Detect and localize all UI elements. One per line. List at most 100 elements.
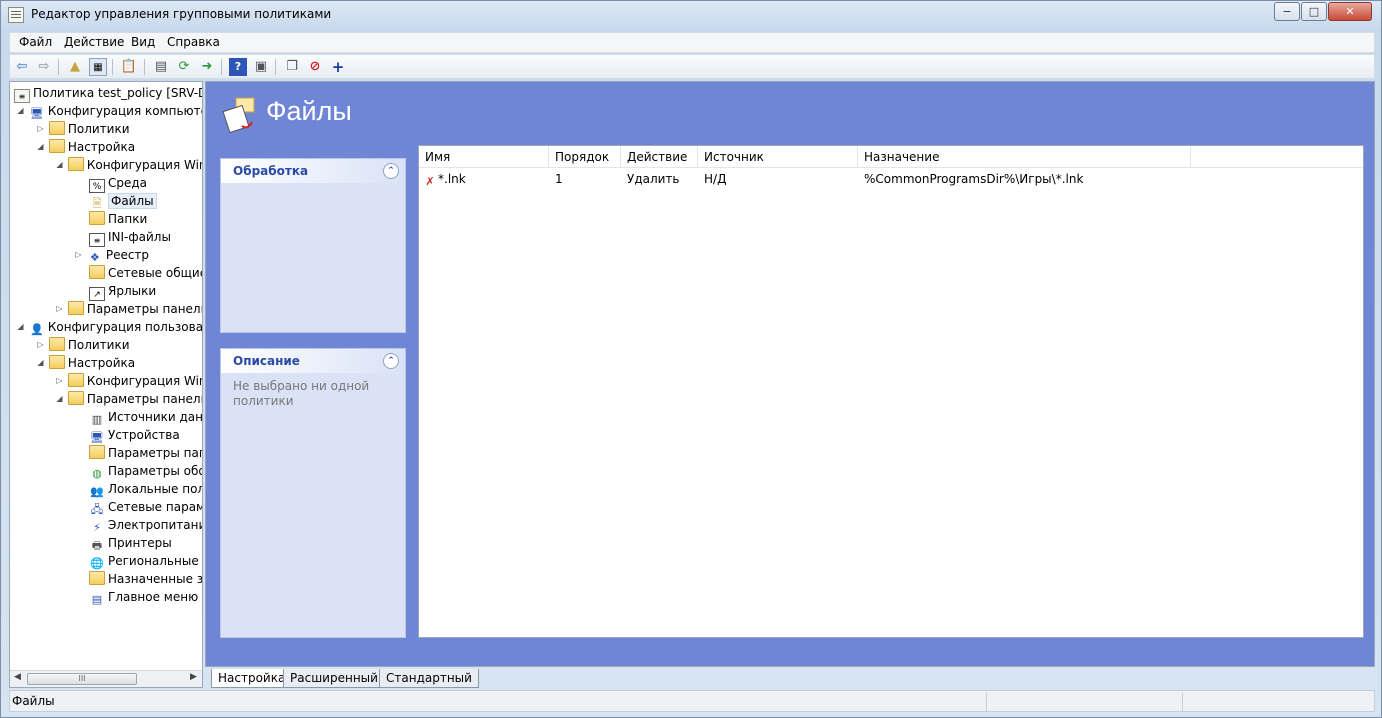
list-header: Имя Порядок Действие Источник Назначение bbox=[419, 146, 1363, 168]
title-bar[interactable]: Редактор управления групповыми политикам… bbox=[1, 1, 1381, 29]
window-title: Редактор управления групповыми политикам… bbox=[31, 7, 332, 21]
expanded-arrow-icon[interactable]: ◢ bbox=[36, 354, 45, 372]
status-bar: Файлы bbox=[9, 690, 1375, 712]
tree-item-shortcuts[interactable]: ↗ Ярлыки bbox=[89, 282, 156, 301]
tree-item-user-preferences[interactable]: ◢ Настройка bbox=[36, 354, 135, 372]
app-icon bbox=[8, 7, 24, 23]
tree-item-preferences[interactable]: ◢ Настройка bbox=[36, 138, 135, 156]
tree-item-files[interactable]: 🗎 Файлы bbox=[89, 192, 157, 210]
tree-item-network-options[interactable]: 🖧 Сетевые параме bbox=[89, 498, 202, 516]
expanded-arrow-icon[interactable]: ◢ bbox=[55, 156, 64, 174]
files-list: Имя Порядок Действие Источник Назначение… bbox=[418, 145, 1364, 638]
tree-horizontal-scrollbar[interactable]: ◀ III ▶ bbox=[10, 670, 202, 687]
show-tree-icon[interactable]: ▦ bbox=[89, 58, 107, 76]
tree-item-environment[interactable]: % Среда bbox=[89, 174, 147, 193]
column-action[interactable]: Действие bbox=[621, 146, 698, 168]
tree-item-printers[interactable]: 🖶 Принтеры bbox=[89, 534, 172, 552]
close-button[interactable]: ✕ bbox=[1328, 2, 1372, 21]
export-icon[interactable]: ➜ bbox=[198, 58, 216, 76]
forward-icon[interactable]: ⇨ bbox=[35, 58, 53, 76]
table-row[interactable]: ✗ *.lnk 1 Удалить Н/Д %CommonProgramsDir%… bbox=[419, 170, 1363, 189]
tree-item-scheduled-tasks[interactable]: Назначенные за bbox=[89, 570, 202, 588]
collapse-chevron-icon[interactable]: ⌃ bbox=[383, 163, 399, 179]
collapsed-arrow-icon[interactable]: ▷ bbox=[55, 300, 64, 318]
policy-icon: ≡ bbox=[14, 89, 30, 103]
tree-root[interactable]: ≡Политика test_policy [SRV-DC1 bbox=[14, 84, 202, 103]
collapse-chevron-icon[interactable]: ⌃ bbox=[383, 353, 399, 369]
expanded-arrow-icon[interactable]: ◢ bbox=[55, 390, 64, 408]
folder-icon bbox=[48, 121, 65, 135]
print-icon[interactable]: ▤ bbox=[152, 58, 170, 76]
menu-help[interactable]: Справка bbox=[167, 35, 220, 49]
status-text: Файлы bbox=[12, 694, 55, 708]
scroll-thumb[interactable]: III bbox=[27, 673, 137, 685]
scroll-right-icon[interactable]: ▶ bbox=[190, 672, 197, 682]
expanded-arrow-icon[interactable]: ◢ bbox=[36, 138, 45, 156]
tab-preferences[interactable]: Настройка bbox=[211, 669, 293, 688]
tree-item-folder-options[interactable]: Параметры папо bbox=[89, 444, 202, 462]
folder-icon bbox=[67, 373, 84, 387]
column-source[interactable]: Источник bbox=[698, 146, 858, 168]
minimize-button[interactable]: − bbox=[1274, 2, 1300, 21]
collapsed-arrow-icon[interactable]: ▷ bbox=[74, 246, 83, 264]
description-text: Не выбрано ни одной политики bbox=[233, 379, 370, 408]
new-window-icon[interactable]: ❐ bbox=[283, 58, 301, 76]
collapsed-arrow-icon[interactable]: ▷ bbox=[55, 372, 64, 390]
tab-standard[interactable]: Стандартный bbox=[379, 669, 479, 688]
ini-file-icon: ≡ bbox=[89, 233, 105, 247]
tab-extended[interactable]: Расширенный bbox=[283, 669, 385, 688]
local-users-icon: 👥 bbox=[90, 485, 104, 498]
up-folder-icon[interactable]: ▲ bbox=[66, 58, 84, 76]
menu-view[interactable]: Вид bbox=[131, 35, 155, 49]
tree-item-folders[interactable]: Папки bbox=[89, 210, 147, 228]
tree-item-data-sources[interactable]: ▥ Источники данн bbox=[89, 408, 202, 426]
column-target[interactable]: Назначение bbox=[858, 146, 1191, 168]
control-panel-icon bbox=[67, 391, 84, 405]
view-icon[interactable]: ▣ bbox=[252, 58, 270, 76]
row-action: Удалить bbox=[627, 172, 680, 186]
tree-item-network-shares[interactable]: Сетевые общие bbox=[89, 264, 202, 282]
column-order[interactable]: Порядок bbox=[549, 146, 621, 168]
tree-item-local-users[interactable]: 👥 Локальные поль bbox=[89, 480, 202, 498]
control-panel-icon bbox=[67, 301, 84, 315]
tree-item-windows-config[interactable]: ◢ Конфигурация Wind bbox=[55, 156, 202, 174]
back-icon[interactable]: ⇦ bbox=[13, 58, 31, 76]
tree-item-ini-files[interactable]: ≡ INI-файлы bbox=[89, 228, 171, 247]
menu-file[interactable]: Файл bbox=[19, 35, 52, 49]
stop-icon[interactable]: ⊘ bbox=[306, 58, 324, 76]
details-pane: Файлы Обработка ⌃ Описание ⌃ Не выбрано ни… bbox=[205, 81, 1375, 667]
tree-item-user-policies[interactable]: ▷ Политики bbox=[36, 336, 130, 354]
folder-icon bbox=[48, 337, 65, 351]
tree-pane: ≡Политика test_policy [SRV-DC1 ◢ 🖥Конфиг… bbox=[9, 81, 203, 688]
tree-item-computer-config[interactable]: ◢ 🖥 Конфигурация компьютер bbox=[16, 102, 202, 120]
tree-item-registry[interactable]: ▷ ❖ Реестр bbox=[74, 246, 149, 264]
scroll-left-icon[interactable]: ◀ bbox=[14, 672, 21, 682]
page-title: Файлы bbox=[266, 96, 352, 126]
properties-icon[interactable]: 📋 bbox=[120, 58, 138, 76]
tree-item-policies[interactable]: ▷ Политики bbox=[36, 120, 130, 138]
computer-icon: 🖥 bbox=[29, 107, 44, 120]
description-panel-title: Описание bbox=[233, 354, 300, 368]
tree-item-user-control-panel[interactable]: ◢ Параметры панели bbox=[55, 390, 202, 408]
collapsed-arrow-icon[interactable]: ▷ bbox=[36, 336, 45, 354]
menu-action[interactable]: Действие bbox=[64, 35, 124, 49]
expanded-arrow-icon[interactable]: ◢ bbox=[16, 318, 25, 336]
expanded-arrow-icon[interactable]: ◢ bbox=[16, 102, 25, 120]
tree-item-power-options[interactable]: ⚡Электропитание bbox=[89, 516, 202, 534]
help-icon[interactable]: ? bbox=[229, 58, 247, 76]
add-icon[interactable]: + bbox=[329, 58, 347, 76]
tree-item-user-windows-config[interactable]: ▷ Конфигурация Wind bbox=[55, 372, 202, 390]
internet-settings-icon: ◍ bbox=[92, 467, 102, 480]
column-name[interactable]: Имя bbox=[419, 146, 549, 168]
app-window: Редактор управления групповыми политикам… bbox=[0, 0, 1382, 718]
tree-item-control-panel[interactable]: ▷ Параметры панели bbox=[55, 300, 202, 318]
tree-item-devices[interactable]: 🖥 Устройства bbox=[89, 426, 180, 444]
globe-icon: 🌐 bbox=[90, 557, 104, 570]
collapsed-arrow-icon[interactable]: ▷ bbox=[36, 120, 45, 138]
tree-item-user-config[interactable]: ◢ 👤 Конфигурация пользовате bbox=[16, 318, 202, 336]
tree-item-regional-options[interactable]: 🌐 Региональные п bbox=[89, 552, 202, 570]
refresh-icon[interactable]: ⟳ bbox=[175, 58, 193, 76]
tree-item-internet-settings[interactable]: ◍ Параметры обоз bbox=[89, 462, 202, 480]
maximize-button[interactable]: □ bbox=[1301, 2, 1327, 21]
tree-item-start-menu[interactable]: ▤ Главное меню bbox=[89, 588, 198, 606]
